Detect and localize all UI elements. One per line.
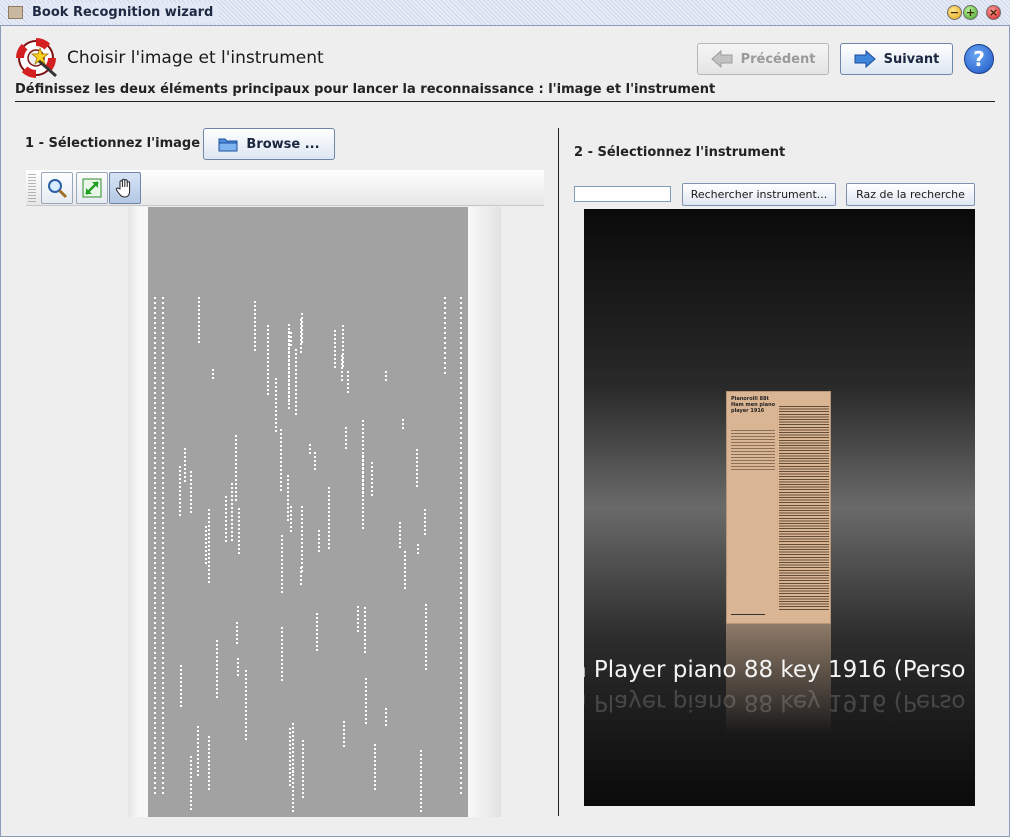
instrument-name: n Player piano 88 key 1916 (Perso bbox=[584, 657, 966, 683]
maximize-button[interactable]: + bbox=[963, 5, 978, 20]
help-icon: ? bbox=[973, 47, 985, 71]
browse-label: Browse ... bbox=[246, 136, 320, 152]
next-label: Suivant bbox=[883, 51, 940, 67]
instrument-card-arrow bbox=[731, 614, 765, 615]
page-title: Choisir l'image et l'instrument bbox=[67, 48, 324, 68]
instrument-name-reflection: n Player piano 88 key 1916 (Perso bbox=[584, 689, 966, 715]
instrument-card-scale bbox=[779, 406, 829, 611]
instrument-card-title: Pianorolli 88t Ham men piano player 1916 bbox=[731, 396, 776, 414]
image-toolbar bbox=[26, 170, 544, 206]
panel-divider[interactable] bbox=[558, 128, 559, 816]
page-subtitle: Définissez les deux éléments principaux … bbox=[15, 82, 716, 97]
hand-icon bbox=[115, 178, 131, 198]
wizard-lifebuoy-icon bbox=[16, 38, 57, 78]
toolbar-grip[interactable] bbox=[28, 174, 36, 202]
arrow-right-icon bbox=[854, 50, 876, 68]
image-viewer[interactable] bbox=[128, 207, 501, 817]
zoom-icon bbox=[48, 179, 68, 199]
minimize-button[interactable]: − bbox=[947, 5, 962, 20]
book-holes-pattern bbox=[154, 297, 462, 812]
header-divider bbox=[15, 101, 995, 102]
previous-button[interactable]: Précédent bbox=[697, 43, 829, 75]
scanned-book-image bbox=[148, 207, 468, 817]
close-icon: × bbox=[988, 6, 999, 19]
instrument-search-input[interactable] bbox=[574, 186, 671, 202]
folder-icon bbox=[218, 138, 238, 152]
instrument-carousel[interactable]: Pianorolli 88t Ham men piano player 1916… bbox=[584, 209, 975, 806]
instrument-card-text bbox=[731, 430, 775, 470]
close-button[interactable]: × bbox=[986, 5, 1001, 20]
zoom-tool-button[interactable] bbox=[41, 172, 73, 204]
minimize-icon: − bbox=[949, 6, 960, 19]
browse-button[interactable]: Browse ... bbox=[203, 128, 335, 160]
window-title: Book Recognition wizard bbox=[30, 3, 220, 23]
search-instrument-button[interactable]: Rechercher instrument... bbox=[682, 183, 836, 206]
reset-search-button[interactable]: Raz de la recherche bbox=[846, 183, 975, 206]
fit-tool-button[interactable] bbox=[76, 172, 108, 204]
pan-tool-button[interactable] bbox=[109, 172, 141, 204]
help-button[interactable]: ? bbox=[964, 44, 994, 74]
next-button[interactable]: Suivant bbox=[840, 43, 953, 75]
instrument-card[interactable]: Pianorolli 88t Ham men piano player 1916 bbox=[726, 391, 831, 624]
instrument-section-label: 2 - Sélectionnez l'instrument bbox=[574, 145, 786, 160]
app-icon bbox=[8, 6, 23, 19]
previous-label: Précédent bbox=[740, 51, 816, 67]
fit-icon bbox=[82, 178, 102, 198]
maximize-icon: + bbox=[965, 6, 976, 19]
arrow-left-icon bbox=[710, 50, 733, 68]
title-bar[interactable]: Book Recognition wizard − + × bbox=[0, 0, 1010, 26]
image-section-label: 1 - Sélectionnez l'image bbox=[25, 136, 201, 151]
